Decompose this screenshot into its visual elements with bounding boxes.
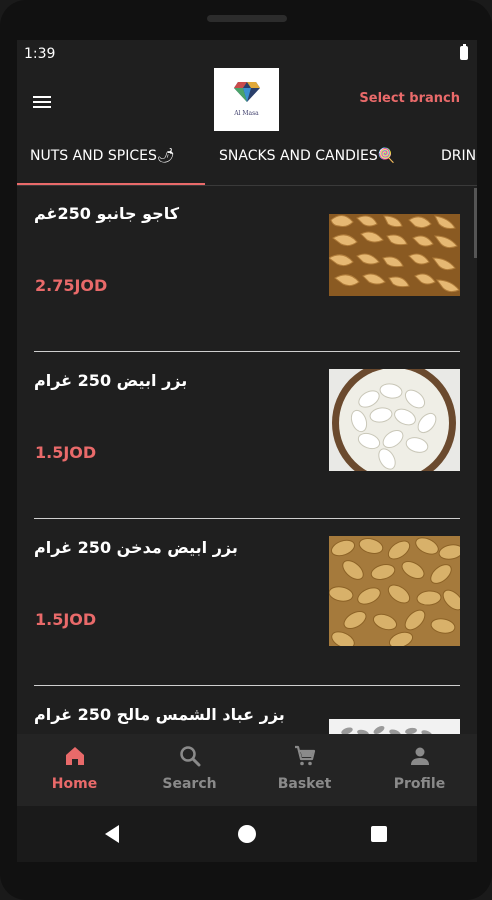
product-image-cashew	[329, 214, 460, 296]
profile-icon	[410, 747, 429, 765]
product-list: كاجو جانبو 250غم 2.75JOD بزر ابيض 250 غر…	[17, 186, 477, 734]
product-image-sunflower-seeds	[329, 719, 460, 734]
system-navigation-bar	[17, 806, 477, 862]
cart-icon	[294, 745, 315, 766]
app-screen: 1:39 Al Masa Select branch NUTS AND SPIC…	[17, 40, 477, 862]
product-price: 1.5JOD	[35, 610, 97, 629]
product-name: بزر عباد الشمس مالح 250 غرام	[34, 705, 285, 724]
nav-basket[interactable]: Basket	[247, 744, 362, 792]
tab-snacks-and-candies[interactable]: SNACKS AND CANDIES🍭	[219, 148, 395, 164]
product-name: بزر ابيض 250 غرام	[34, 371, 188, 390]
diamond-logo-icon	[234, 82, 260, 102]
phone-frame: 1:39 Al Masa Select branch NUTS AND SPIC…	[0, 0, 492, 900]
product-name: كاجو جانبو 250غم	[34, 204, 180, 223]
tab-drinks[interactable]: DRIN	[441, 148, 476, 164]
category-tabs: NUTS AND SPICES🌶 SNACKS AND CANDIES🍭 DRI…	[17, 138, 477, 186]
product-name: بزر ابيض مدخن 250 غرام	[34, 538, 238, 557]
nav-profile-label: Profile	[393, 776, 446, 792]
nav-profile[interactable]: Profile	[362, 744, 477, 792]
product-image-smoked-seeds	[329, 536, 460, 646]
status-bar: 1:39	[17, 40, 477, 68]
menu-icon[interactable]	[31, 90, 55, 114]
nav-search-label: Search	[162, 776, 217, 792]
phone-speaker	[207, 15, 287, 22]
nav-home[interactable]: Home	[17, 744, 132, 792]
product-image-white-seeds	[329, 369, 460, 471]
home-circle-icon[interactable]	[235, 822, 259, 846]
tab-nuts-and-spices[interactable]: NUTS AND SPICES🌶	[30, 148, 175, 164]
item-divider	[34, 685, 460, 686]
recents-icon[interactable]	[367, 822, 391, 846]
app-bar: Al Masa Select branch	[17, 68, 477, 138]
product-item[interactable]: كاجو جانبو 250غم 2.75JOD	[34, 186, 460, 354]
store-logo: Al Masa	[214, 68, 279, 131]
logo-text: Al Masa	[234, 110, 259, 117]
product-price: 1.5JOD	[35, 443, 97, 462]
bottom-navigation: Home Search Basket Profile	[17, 734, 477, 806]
search-icon	[179, 746, 200, 767]
nav-search[interactable]: Search	[132, 744, 247, 792]
select-branch-button[interactable]: Select branch	[359, 91, 460, 106]
product-price: 2.75JOD	[35, 276, 108, 295]
status-time: 1:39	[24, 46, 56, 62]
nav-home-label: Home	[51, 776, 98, 792]
back-icon[interactable]	[101, 822, 125, 846]
home-icon	[65, 747, 84, 765]
product-item[interactable]: بزر ابيض 250 غرام 1.5JOD	[34, 353, 460, 521]
product-item[interactable]: بزر ابيض مدخن 250 غرام 1.5JOD	[34, 520, 460, 688]
product-item[interactable]: بزر عباد الشمس مالح 250 غرام	[34, 687, 460, 734]
nav-basket-label: Basket	[277, 776, 332, 792]
item-divider	[34, 518, 460, 519]
battery-icon	[460, 44, 468, 60]
item-divider	[34, 351, 460, 352]
